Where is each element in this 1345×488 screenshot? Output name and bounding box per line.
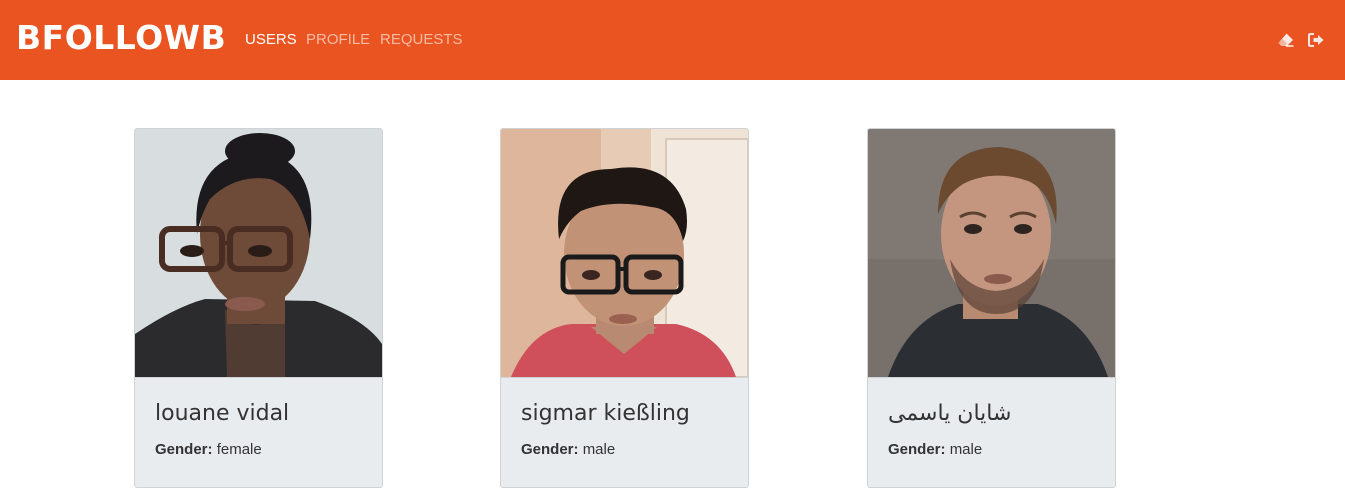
nav-link-profile[interactable]: PROFILE — [306, 31, 370, 49]
navbar: BFOLLOWB USERS PROFILE REQUESTS — [0, 0, 1345, 80]
user-card: sigmar kießling Gender: male — [500, 128, 749, 488]
gender-label: Gender: — [521, 441, 579, 458]
eraser-icon[interactable] — [1277, 31, 1295, 49]
brand-link[interactable]: BFOLLOWB — [16, 18, 226, 58]
user-gender: Gender: female — [155, 441, 262, 459]
user-card: شایان یاسمی Gender: male — [867, 128, 1116, 488]
user-card-body: louane vidal Gender: female — [135, 377, 382, 487]
user-name[interactable]: شایان یاسمی — [888, 400, 1011, 428]
gender-value: female — [216, 441, 262, 458]
user-photo — [501, 129, 748, 377]
user-photo — [135, 129, 382, 377]
user-card: louane vidal Gender: female — [134, 128, 383, 488]
user-name[interactable]: louane vidal — [155, 400, 289, 428]
user-gender: Gender: male — [521, 441, 615, 459]
user-name[interactable]: sigmar kießling — [521, 400, 690, 428]
gender-value: male — [949, 441, 983, 458]
nav-link-requests[interactable]: REQUESTS — [380, 31, 463, 49]
sign-out-icon[interactable] — [1307, 31, 1325, 49]
gender-value: male — [582, 441, 616, 458]
user-card-body: شایان یاسمی Gender: male — [868, 377, 1115, 487]
gender-label: Gender: — [155, 441, 213, 458]
user-photo — [868, 129, 1115, 377]
nav-link-users[interactable]: USERS — [245, 31, 297, 49]
user-gender: Gender: male — [888, 441, 982, 459]
user-card-body: sigmar kießling Gender: male — [501, 377, 748, 487]
gender-label: Gender: — [888, 441, 946, 458]
